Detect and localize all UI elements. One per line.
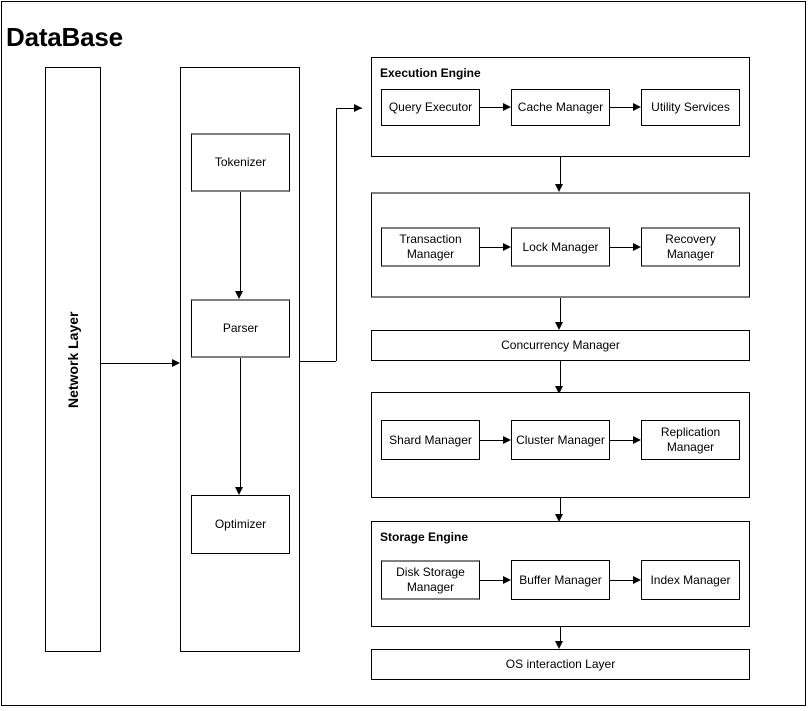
arrowhead-queryexec-cache [503, 102, 511, 111]
parser-box[interactable]: Parser [191, 299, 290, 358]
lock-manager-box[interactable]: Lock Manager [511, 227, 610, 267]
arrowhead-cache-utility [633, 102, 641, 111]
connector-distribution-to-storage [560, 498, 561, 514]
arrowhead-shard-cluster [503, 435, 511, 444]
recovery-manager-box[interactable]: Recovery Manager [641, 227, 740, 267]
replication-manager-label: Replication Manager [660, 425, 721, 454]
index-manager-box[interactable]: Index Manager [641, 560, 740, 600]
connector-cluster-replication [610, 440, 633, 441]
tokenizer-label: Tokenizer [214, 155, 267, 169]
connector-concurrency-to-distribution [560, 361, 561, 386]
transaction-manager-label: Transaction Manager [399, 232, 462, 261]
recovery-manager-label: Recovery Manager [665, 232, 716, 261]
concurrency-manager-label: Concurrency Manager [501, 338, 620, 352]
page-title: DataBase [6, 22, 123, 52]
arrowhead-storage-to-os [555, 641, 563, 649]
connector-transaction-to-concurrency [560, 298, 561, 322]
utility-services-label: Utility Services [651, 100, 730, 114]
arrowhead-cluster-replication [633, 435, 641, 444]
arrowhead-processor-to-execution [354, 103, 362, 112]
arrowhead-lock-recovery [633, 242, 641, 251]
cluster-manager-label: Cluster Manager [516, 432, 605, 447]
diagram-canvas: DataBase Network Layer Tokenizer Parser … [0, 0, 811, 711]
connector-processor-to-execution-v [336, 108, 337, 361]
cluster-manager-box[interactable]: Cluster Manager [511, 420, 610, 460]
arrowhead-transaction-lock [503, 242, 511, 251]
arrowhead-buffer-index [633, 575, 641, 584]
connector-queryexec-cache [480, 107, 503, 108]
cache-manager-box[interactable]: Cache Manager [511, 89, 610, 126]
execution-engine-label: Execution Engine [380, 66, 481, 80]
storage-engine-label: Storage Engine [380, 530, 469, 544]
disk-storage-manager-label: Disk Storage Manager [396, 565, 465, 594]
arrowhead-transaction-to-concurrency [555, 322, 563, 330]
connector-network-to-processor [101, 363, 172, 364]
shard-manager-label: Shard Manager [389, 432, 472, 447]
arrowhead-tokenizer-parser [235, 291, 243, 299]
connector-cache-utility [610, 107, 633, 108]
connector-lock-recovery [610, 247, 633, 248]
connector-tokenizer-parser [240, 192, 241, 291]
concurrency-manager-box[interactable]: Concurrency Manager [371, 330, 750, 361]
query-executor-box[interactable]: Query Executor [381, 89, 480, 126]
arrowhead-network-to-processor [172, 358, 180, 367]
disk-storage-manager-box[interactable]: Disk Storage Manager [381, 560, 480, 600]
os-interaction-layer-box[interactable]: OS interaction Layer [371, 649, 750, 680]
connector-storage-to-os [560, 627, 561, 641]
connector-disk-buffer [480, 580, 503, 581]
index-manager-label: Index Manager [650, 572, 731, 587]
replication-manager-box[interactable]: Replication Manager [641, 420, 740, 460]
network-layer-label: Network Layer [65, 311, 81, 408]
connector-execution-to-transaction [560, 157, 561, 184]
connector-buffer-index [610, 580, 633, 581]
lock-manager-label: Lock Manager [522, 239, 599, 254]
transaction-manager-box[interactable]: Transaction Manager [381, 227, 480, 267]
cache-manager-label: Cache Manager [517, 100, 604, 114]
optimizer-box[interactable]: Optimizer [191, 495, 290, 554]
connector-processor-to-execution-h1 [300, 361, 336, 362]
connector-shard-cluster [480, 440, 503, 441]
shard-manager-box[interactable]: Shard Manager [381, 420, 480, 460]
utility-services-box[interactable]: Utility Services [641, 89, 740, 126]
arrowhead-parser-optimizer [235, 487, 243, 495]
query-executor-label: Query Executor [388, 100, 473, 114]
buffer-manager-box[interactable]: Buffer Manager [511, 560, 610, 600]
connector-parser-optimizer [240, 358, 241, 487]
parser-label: Parser [222, 321, 259, 335]
arrowhead-disk-buffer [503, 575, 511, 584]
buffer-manager-label: Buffer Manager [519, 572, 602, 587]
arrowhead-execution-to-transaction [555, 184, 563, 192]
tokenizer-box[interactable]: Tokenizer [191, 133, 290, 192]
connector-transaction-lock [480, 247, 503, 248]
os-interaction-layer-label: OS interaction Layer [505, 657, 616, 671]
optimizer-label: Optimizer [214, 517, 267, 531]
